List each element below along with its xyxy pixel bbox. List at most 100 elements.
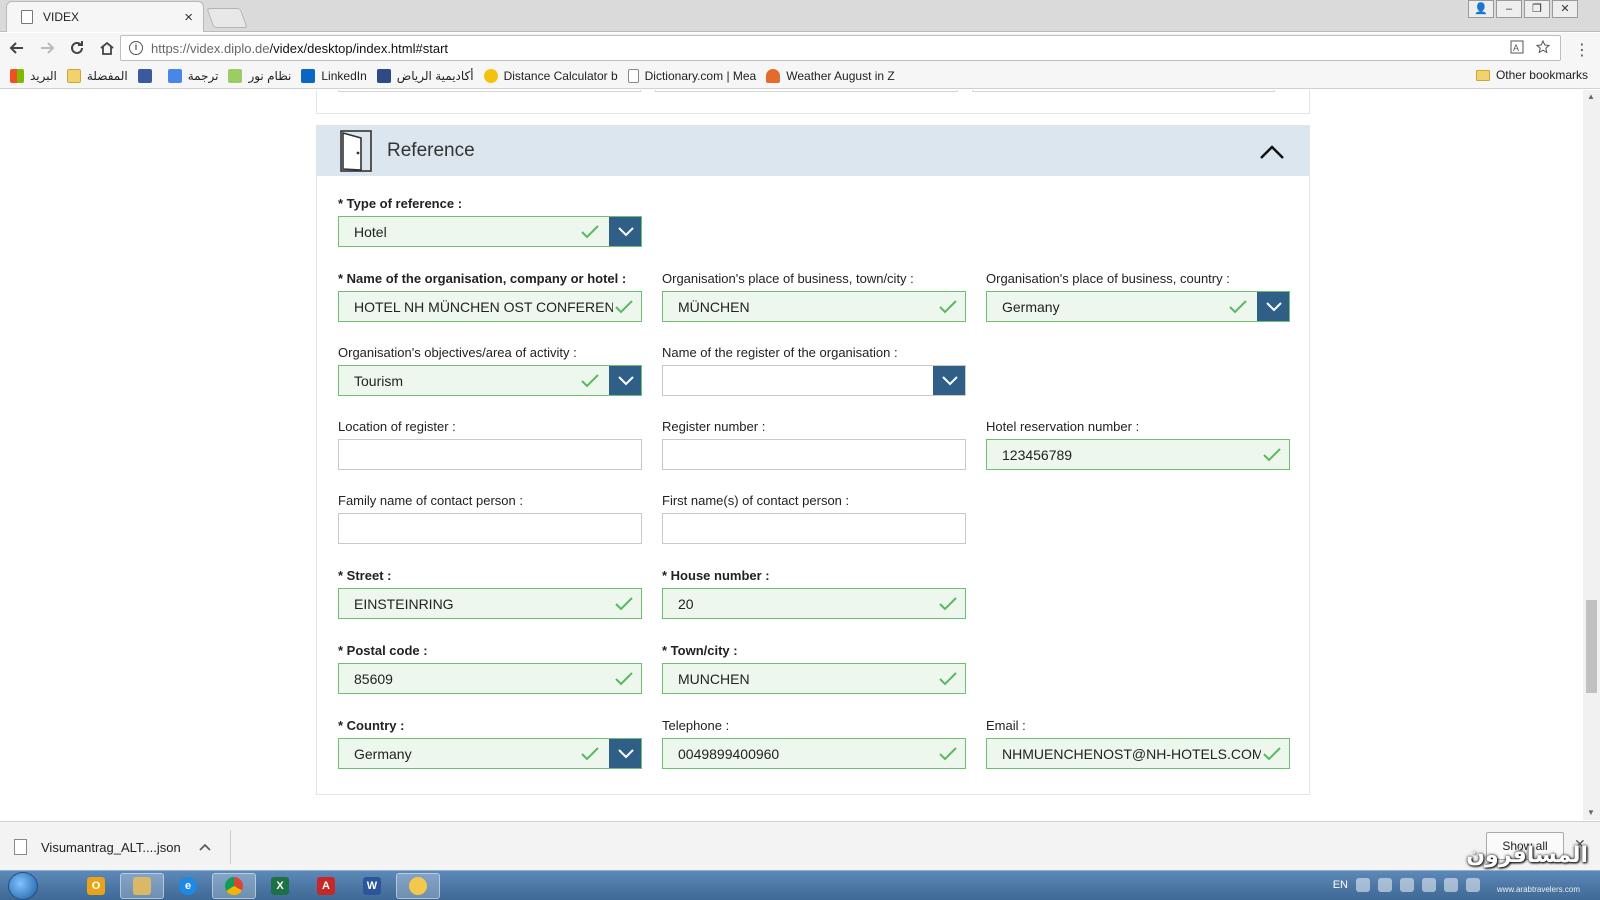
bookmark-item[interactable]: أكاديمية الرياض [376,68,474,83]
network-icon[interactable] [1422,878,1436,892]
shield-icon[interactable] [1466,878,1480,892]
noor-icon [228,68,243,83]
restore-button[interactable]: ❐ [1524,0,1550,18]
home-icon[interactable] [94,35,120,61]
scroll-down-arrow-icon[interactable]: ▼ [1587,808,1595,817]
page-scrollbar[interactable]: ▲ ▼ [1583,90,1600,820]
weather-icon [766,68,781,83]
profile-button[interactable]: 👤 [1468,0,1494,18]
folder-icon [66,68,81,83]
chevron-down-icon[interactable] [933,366,965,395]
outlook-icon[interactable]: O [74,873,118,899]
register-location-input[interactable] [338,439,642,470]
check-icon [939,746,957,760]
field-label: Register number : [662,419,766,434]
postal-code-input[interactable]: 85609 [338,663,642,694]
language-indicator[interactable]: EN [1333,879,1348,891]
field-label: Organisation's place of business, town/c… [662,271,914,286]
tray-icon[interactable] [1400,878,1414,892]
site-info-icon[interactable]: i [129,41,143,55]
ie-icon[interactable]: e [166,873,210,899]
chevron-down-icon[interactable] [609,366,641,395]
bookmark-item[interactable]: Weather August in Z [766,68,895,83]
field-label: Email : [986,718,1026,733]
register-number-field: Register number : [662,419,966,470]
tab-strip: VIDEX × 👤 – ❐ ✕ [0,0,1600,32]
country-field: * Country : Germany [338,718,642,769]
close-window-button[interactable]: ✕ [1552,0,1578,18]
excel-icon[interactable]: X [258,873,302,899]
tray-icon[interactable] [1356,878,1370,892]
bookmark-item[interactable]: Dictionary.com | Mea [627,68,756,83]
owl-icon [483,68,498,83]
chrome-icon[interactable] [212,873,256,899]
contact-first-field: First name(s) of contact person : [662,493,966,544]
register-number-input[interactable] [662,439,966,470]
bookmark-item[interactable]: Distance Calculator b [483,68,618,83]
tab-close-icon[interactable]: × [184,10,193,25]
tray-icon[interactable] [1378,878,1392,892]
translate-icon[interactable]: A [1510,40,1524,57]
download-item[interactable]: Visumantrag_ALT....json [14,830,211,864]
bookmark-item[interactable]: البريد [10,68,57,83]
section-header[interactable]: Reference [317,126,1309,176]
volume-icon[interactable] [1444,878,1458,892]
org-country-select[interactable]: Germany [986,291,1290,322]
reload-icon[interactable] [64,35,90,61]
new-tab-button[interactable] [206,8,248,28]
url-text[interactable]: https://videx.diplo.de/videx/desktop/ind… [151,41,1510,56]
back-icon[interactable] [4,35,30,61]
contact-first-input[interactable] [662,513,966,544]
chevron-up-icon[interactable] [199,840,211,854]
chevron-down-icon[interactable] [1257,292,1289,321]
org-country-field: Organisation's place of business, countr… [986,271,1290,322]
forward-icon[interactable] [34,35,60,61]
town-field: * Town/city : MUNCHEN [662,643,966,694]
chevron-down-icon[interactable] [609,739,641,768]
address-bar[interactable]: i https://videx.diplo.de/videx/desktop/i… [120,35,1561,61]
org-town-input[interactable]: MÜNCHEN [662,291,966,322]
field-label: First name(s) of contact person : [662,493,850,508]
divider [230,830,231,864]
org-name-input[interactable]: HOTEL NH MÜNCHEN OST CONFEREN [338,291,642,322]
minimize-button[interactable]: – [1496,0,1522,18]
telephone-input[interactable]: 0049899400960 [662,738,966,769]
chat-icon[interactable] [396,873,440,899]
chevron-down-icon[interactable] [609,217,641,246]
scroll-up-arrow-icon[interactable]: ▲ [1587,92,1595,101]
bookmark-star-icon[interactable] [1535,39,1551,57]
svg-text:A: A [1513,43,1519,53]
contact-family-input[interactable] [338,513,642,544]
explorer-icon[interactable] [120,873,164,899]
town-input[interactable]: MUNCHEN [662,663,966,694]
check-icon [581,746,599,760]
browser-tab-videx[interactable]: VIDEX × [6,1,204,32]
field-label: Hotel reservation number : [986,419,1140,434]
email-input[interactable]: NHMUENCHENOST@NH-HOTELS.COM [986,738,1290,769]
hotel-reservation-input[interactable]: 123456789 [986,439,1290,470]
other-bookmarks[interactable]: Other bookmarks [1475,68,1588,82]
acrobat-icon[interactable]: A [304,873,348,899]
chrome-menu-icon[interactable]: ⋮ [1574,40,1590,60]
street-input[interactable]: EINSTEINRING [338,588,642,619]
register-name-select[interactable] [662,365,966,396]
bookmark-item[interactable]: ترجمة [167,68,218,83]
check-icon [939,671,957,685]
type-of-reference-select[interactable]: Hotel [338,216,642,247]
bookmark-item[interactable]: LinkedIn [301,68,367,83]
start-button[interactable] [8,872,38,900]
bookmark-item[interactable] [137,68,158,83]
linkedin-icon [301,68,316,83]
site-icon [137,68,152,83]
org-objectives-select[interactable]: Tourism [338,365,642,396]
input-stub [972,90,1275,92]
scrollbar-thumb[interactable] [1586,600,1597,693]
country-select[interactable]: Germany [338,738,642,769]
house-number-input[interactable]: 20 [662,588,966,619]
check-icon [1229,299,1247,313]
bookmark-item[interactable]: المفضلة [66,68,128,83]
bookmark-item[interactable]: نظام نور [228,68,291,83]
folder-icon [1475,69,1490,81]
word-icon[interactable]: W [350,873,394,899]
collapse-chevron-up-icon[interactable] [1259,144,1284,164]
